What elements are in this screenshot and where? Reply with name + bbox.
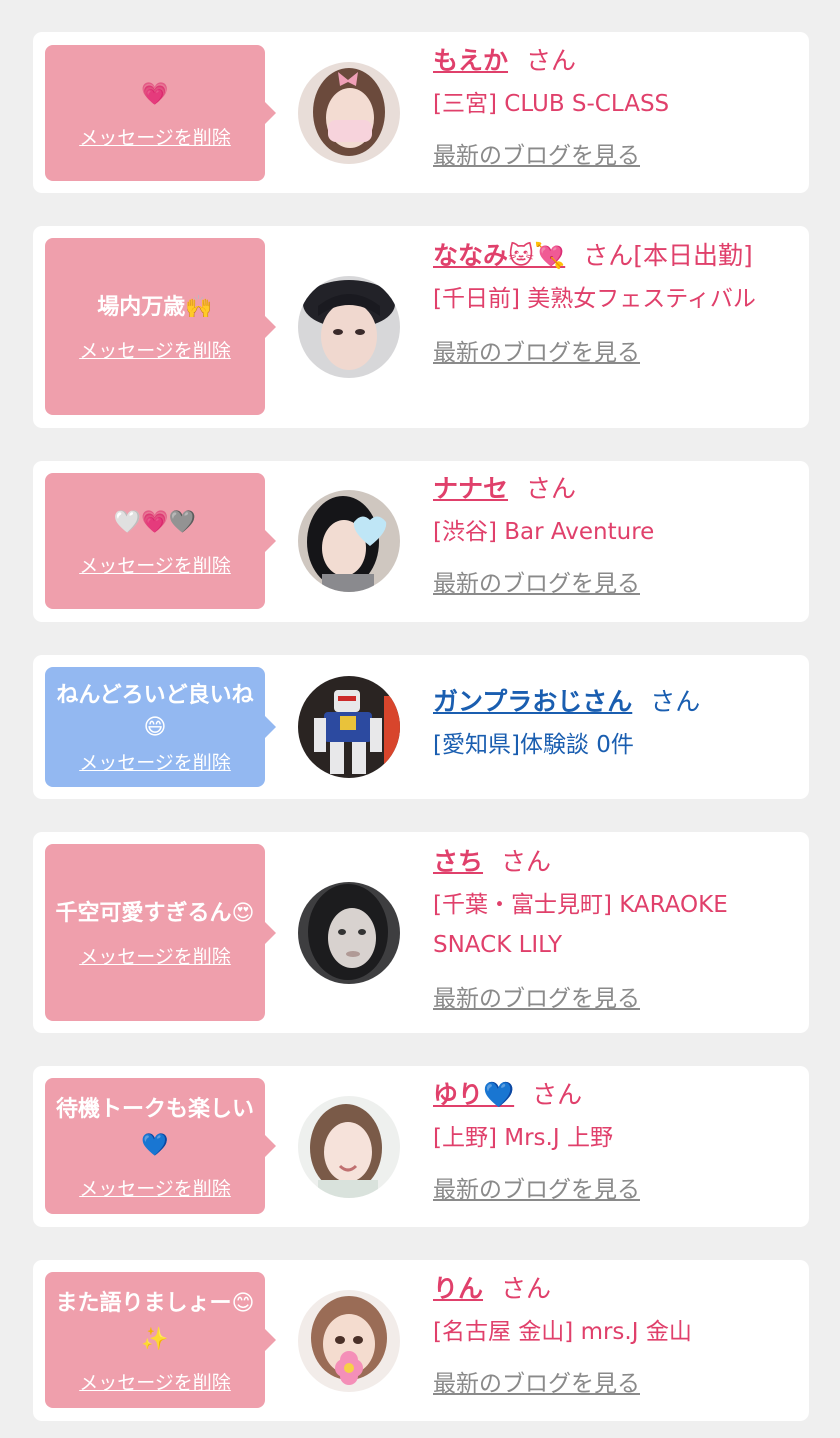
cast-info: りん さん [名古屋 金山] mrs.J 金山 最新のブログを見る (433, 1272, 799, 1398)
avatar-image (298, 676, 400, 778)
avatar-image (298, 62, 400, 164)
message-bubble: 千空可愛すぎるん😍 メッセージを削除 (45, 844, 276, 1021)
message-text: ねんどろいど良いね😄 (56, 682, 254, 740)
blog-link[interactable]: 最新のブログを見る (433, 333, 640, 367)
cast-info: ななみ🐱💘 さん[本日出勤] [千日前] 美熟女フェスティバル 最新のブログを見る (433, 239, 799, 367)
blog-link[interactable]: 最新のブログを見る (433, 1364, 640, 1398)
message-card: 待機トークも楽しい💙 メッセージを削除 ゆり💙 さん [上野] Mrs.J 上野 … (33, 1066, 809, 1227)
avatar[interactable] (298, 882, 400, 984)
shop-name[interactable]: [千葉・富士見町] KARAOKE SNACK LILY (433, 885, 799, 965)
name-line: りん さん (433, 1272, 799, 1306)
cast-name-link[interactable]: もえか (433, 46, 508, 75)
avatar-image (298, 882, 400, 984)
avatar-image (298, 490, 400, 592)
cast-info: ナナセ さん [渋谷] Bar Aventure 最新のブログを見る (433, 472, 799, 598)
delete-message-link[interactable]: メッセージを削除 (79, 942, 231, 969)
shop-name[interactable]: [三宮] CLUB S-CLASS (433, 84, 799, 124)
name-suffix: [本日出勤] (633, 241, 753, 270)
cast-info: もえか さん [三宮] CLUB S-CLASS 最新のブログを見る (433, 44, 799, 170)
blog-link[interactable]: 最新のブログを見る (433, 1170, 640, 1204)
san-label: さん (501, 1274, 552, 1303)
message-bubble: 🤍💗🩶 メッセージを削除 (45, 473, 276, 609)
avatar[interactable] (298, 676, 400, 778)
shop-name[interactable]: [名古屋 金山] mrs.J 金山 (433, 1312, 799, 1352)
san-label: さん (526, 474, 577, 503)
message-card: 💗 メッセージを削除 もえか さん [三宮] CLUB S-CLASS 最新のブロ… (33, 32, 809, 193)
avatar-image (298, 1096, 400, 1198)
user-info: ガンプラおじさん さん [愛知県]体験談 0件 (433, 685, 799, 765)
blog-link[interactable]: 最新のブログを見る (433, 979, 640, 1013)
delete-message-link[interactable]: メッセージを削除 (79, 123, 231, 150)
san-label: さん (501, 847, 552, 876)
avatar[interactable] (298, 62, 400, 164)
delete-message-link[interactable]: メッセージを削除 (79, 748, 231, 775)
user-name-link[interactable]: ガンプラおじさん (433, 687, 632, 716)
avatar-image (298, 1290, 400, 1392)
delete-message-link[interactable]: メッセージを削除 (79, 1174, 231, 1201)
shop-name[interactable]: [渋谷] Bar Aventure (433, 512, 799, 552)
san-label: さん (650, 687, 701, 716)
delete-message-link[interactable]: メッセージを削除 (79, 336, 231, 363)
message-card: ねんどろいど良いね😄 メッセージを削除 ガンプラおじさん さん [愛知県]体験談 … (33, 655, 809, 799)
message-text: 待機トークも楽しい💙 (55, 1096, 254, 1158)
name-line: ガンプラおじさん さん (433, 685, 799, 719)
shop-name[interactable]: [千日前] 美熟女フェスティバル (433, 279, 799, 319)
message-bubble: ねんどろいど良いね😄 メッセージを削除 (45, 667, 276, 787)
message-text: 場内万歳🙌 (97, 295, 213, 320)
message-card: 千空可愛すぎるん😍 メッセージを削除 さち さん [千葉・富士見町] KARAOK… (33, 832, 809, 1033)
cast-name-link[interactable]: ゆり💙 (433, 1080, 514, 1109)
name-line: ゆり💙 さん (433, 1078, 799, 1112)
message-bubble: 場内万歳🙌 メッセージを削除 (45, 238, 276, 415)
avatar[interactable] (298, 276, 400, 378)
name-line: もえか さん (433, 44, 799, 78)
cast-name-link[interactable]: さち (433, 847, 483, 876)
avatar[interactable] (298, 1290, 400, 1392)
review-count[interactable]: [愛知県]体験談 0件 (433, 725, 799, 765)
cast-name-link[interactable]: ななみ🐱💘 (433, 241, 565, 270)
delete-message-link[interactable]: メッセージを削除 (79, 551, 231, 578)
cast-info: ゆり💙 さん [上野] Mrs.J 上野 最新のブログを見る (433, 1078, 799, 1204)
avatar-image (298, 276, 400, 378)
shop-name[interactable]: [上野] Mrs.J 上野 (433, 1118, 799, 1158)
message-bubble: 💗 メッセージを削除 (45, 45, 276, 181)
cast-info: さち さん [千葉・富士見町] KARAOKE SNACK LILY 最新のブログ… (433, 845, 799, 1013)
san-label: さん (583, 241, 634, 270)
message-bubble: 待機トークも楽しい💙 メッセージを削除 (45, 1078, 276, 1214)
blog-link[interactable]: 最新のブログを見る (433, 136, 640, 170)
cast-name-link[interactable]: ナナセ (433, 474, 508, 503)
message-card: 🤍💗🩶 メッセージを削除 ナナセ さん [渋谷] Bar Aventure 最新の… (33, 461, 809, 622)
message-card: また語りましょー😊✨ メッセージを削除 りん さん [名古屋 金山] mrs.J … (33, 1260, 809, 1421)
cast-name-link[interactable]: りん (433, 1274, 483, 1303)
avatar[interactable] (298, 490, 400, 592)
message-text: 🤍💗🩶 (113, 509, 197, 535)
name-line: さち さん (433, 845, 799, 879)
blog-link[interactable]: 最新のブログを見る (433, 564, 640, 598)
message-bubble: また語りましょー😊✨ メッセージを削除 (45, 1272, 276, 1408)
delete-message-link[interactable]: メッセージを削除 (79, 1368, 231, 1395)
name-line: ななみ🐱💘 さん[本日出勤] (433, 239, 799, 273)
message-text: 千空可愛すぎるん😍 (55, 901, 255, 926)
name-line: ナナセ さん (433, 472, 799, 506)
avatar[interactable] (298, 1096, 400, 1198)
san-label: さん (532, 1080, 583, 1109)
san-label: さん (526, 46, 577, 75)
message-text: 💗 (141, 81, 169, 107)
message-text: また語りましょー😊✨ (55, 1290, 255, 1352)
favorite-message-list: 💗 メッセージを削除 もえか さん [三宮] CLUB S-CLASS 最新のブロ… (0, 0, 840, 1438)
message-card: 場内万歳🙌 メッセージを削除 ななみ🐱💘 さん[本日出勤] [千日前] 美熟女フェ… (33, 226, 809, 428)
